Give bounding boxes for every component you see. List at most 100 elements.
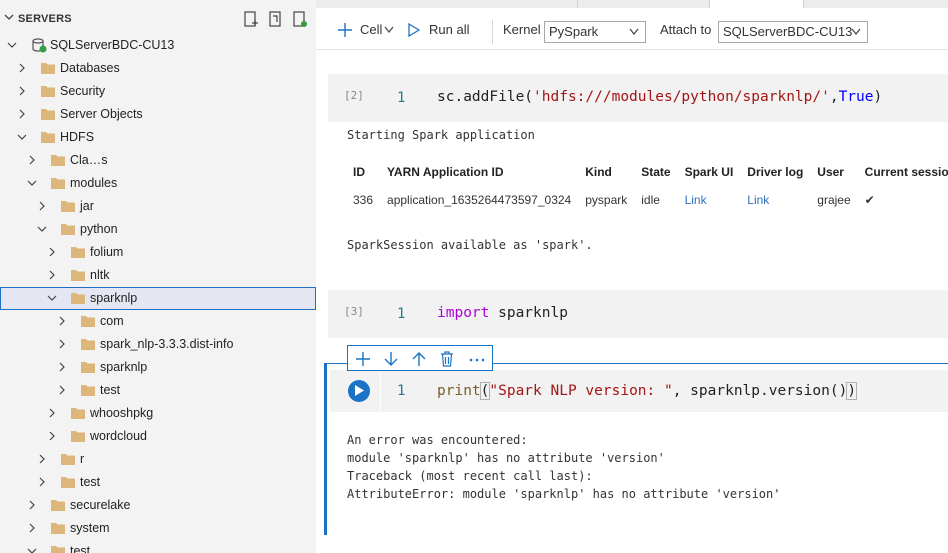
show-active-connections-icon[interactable] — [292, 11, 308, 29]
line-number: 1 — [397, 383, 406, 399]
tree-item-label: test — [70, 544, 91, 553]
tree-item-nltk[interactable]: nltk — [0, 264, 316, 287]
tab-active[interactable] — [710, 0, 804, 8]
tree-item-python[interactable]: python — [0, 218, 316, 241]
servers-section-header[interactable]: SERVERS — [0, 8, 316, 32]
chevron-right-icon[interactable] — [17, 109, 27, 119]
table-link[interactable]: Link — [678, 184, 741, 216]
new-connection-icon[interactable] — [243, 11, 259, 29]
tree-item-whooshpkg[interactable]: whooshpkg — [0, 402, 316, 425]
chevron-right-icon[interactable] — [47, 247, 57, 257]
chevron-down-icon[interactable] — [27, 178, 37, 188]
chevron-down-icon[interactable] — [27, 546, 37, 553]
chevron-right-icon[interactable] — [27, 155, 37, 165]
chevron-right-icon[interactable] — [47, 431, 57, 441]
tab[interactable] — [578, 0, 710, 8]
chevron-right-icon[interactable] — [47, 408, 57, 418]
table-cell: 336 — [353, 193, 374, 207]
tree-item-test[interactable]: test — [0, 471, 316, 494]
chevron-right-icon[interactable] — [17, 86, 27, 96]
code-line[interactable]: print("Spark NLP version: ", sparknlp.ve… — [437, 382, 858, 400]
object-explorer-panel: SERVERS SQLServerBDC-CU13 Databases Secur… — [0, 0, 316, 553]
toolbar-divider — [492, 20, 493, 44]
delete-icon[interactable] — [438, 350, 456, 368]
chevron-down-icon — [384, 26, 394, 33]
attach-to-select[interactable]: SQLServerBDC-CU13 — [718, 21, 868, 43]
chevron-right-icon[interactable] — [27, 500, 37, 510]
tree-item-folium[interactable]: folium — [0, 241, 316, 264]
tree-item-hdfs[interactable]: HDFS — [0, 126, 316, 149]
run-gutter — [330, 370, 380, 412]
tree-item-system[interactable]: system — [0, 517, 316, 540]
tree-item-com[interactable]: com — [0, 310, 316, 333]
chevron-right-icon[interactable] — [17, 63, 27, 73]
chevron-right-icon[interactable] — [57, 385, 67, 395]
chevron-right-icon[interactable] — [47, 270, 57, 280]
code-cell-input[interactable] — [328, 290, 948, 338]
folder-icon — [71, 431, 85, 442]
chevron-right-icon[interactable] — [37, 201, 47, 211]
error-line: Traceback (most recent call last): — [347, 469, 593, 483]
notebook-toolbar: Cell Run all Kernel PySpark Attach to SQ… — [316, 14, 948, 50]
more-actions-icon[interactable] — [468, 350, 486, 368]
chevron-right-icon[interactable] — [37, 477, 47, 487]
tree-item-jar[interactable]: jar — [0, 195, 316, 218]
tree-item-label: com — [100, 314, 124, 328]
tree-item-sparknlp[interactable]: sparknlp — [0, 287, 316, 310]
active-code-cell[interactable]: 1 print("Spark NLP version: ", sparknlp.… — [324, 363, 948, 535]
plus-icon — [338, 23, 352, 37]
tree-item-modules[interactable]: modules — [0, 172, 316, 195]
chevron-down-icon — [851, 28, 861, 35]
add-cell-label: Cell — [360, 22, 383, 37]
tree-item-label: HDFS — [60, 130, 95, 144]
tree-item-cla[interactable]: Cla…s — [0, 149, 316, 172]
chevron-right-icon[interactable] — [57, 316, 67, 326]
error-line: module 'sparknlp' has no attribute 'vers… — [347, 451, 665, 465]
chevron-right-icon[interactable] — [27, 523, 37, 533]
table-cell: pyspark — [585, 193, 628, 207]
tree-item-label: jar — [80, 199, 94, 213]
tree-item-label: test — [80, 475, 101, 489]
tree-item-test[interactable]: test — [0, 379, 316, 402]
tree-item-security[interactable]: Security — [0, 80, 316, 103]
add-cell-icon[interactable] — [354, 350, 372, 368]
run-cell-button[interactable] — [348, 380, 370, 402]
tree-item-label: securelake — [70, 498, 131, 512]
tree-item-databases[interactable]: Databases — [0, 57, 316, 80]
table-cell: ✔ — [864, 193, 875, 207]
table-header-row: ID YARN Application ID Kind State Spark UI Dr… — [346, 160, 948, 184]
play-icon — [408, 23, 420, 37]
execution-count: [3] — [344, 305, 364, 318]
tree-server-node[interactable]: SQLServerBDC-CU13 — [0, 34, 316, 57]
text-cursor — [856, 382, 858, 398]
move-down-icon[interactable] — [382, 350, 400, 368]
tree-item-wordcloud[interactable]: wordcloud — [0, 425, 316, 448]
execution-count: [2] — [344, 89, 364, 102]
tree-item-server-objects[interactable]: Server Objects — [0, 103, 316, 126]
tree-item-r[interactable]: r — [0, 448, 316, 471]
notebook-editor: Cell Run all Kernel PySpark Attach to SQ… — [316, 0, 948, 553]
tree-item-sparknlp-inner[interactable]: sparknlp — [0, 356, 316, 379]
tab[interactable] — [316, 0, 578, 8]
new-server-group-icon[interactable] — [268, 11, 284, 29]
chevron-down-icon[interactable] — [17, 132, 27, 142]
table-header-cell: Spark UI — [684, 165, 734, 179]
chevron-right-icon[interactable] — [57, 362, 67, 372]
folder-icon — [51, 500, 65, 511]
folder-icon — [41, 63, 55, 74]
tree-item-securelake[interactable]: securelake — [0, 494, 316, 517]
tree-item-spark-nlp-dist-info[interactable]: spark_nlp-3.3.3.dist-info — [0, 333, 316, 356]
move-up-icon[interactable] — [410, 350, 428, 368]
chevron-right-icon[interactable] — [57, 339, 67, 349]
attach-to-value: SQLServerBDC-CU13 — [723, 24, 853, 39]
folder-icon — [51, 523, 65, 534]
chevron-down-icon[interactable] — [37, 224, 47, 234]
folder-icon — [81, 316, 95, 327]
tree-item-test[interactable]: test — [0, 540, 316, 553]
chevron-down-icon[interactable] — [47, 293, 57, 303]
kernel-select[interactable]: PySpark — [544, 21, 646, 43]
chevron-right-icon[interactable] — [37, 454, 47, 464]
tree-item-label: nltk — [90, 268, 110, 282]
table-link[interactable]: Link — [740, 184, 810, 216]
play-icon — [355, 385, 364, 396]
